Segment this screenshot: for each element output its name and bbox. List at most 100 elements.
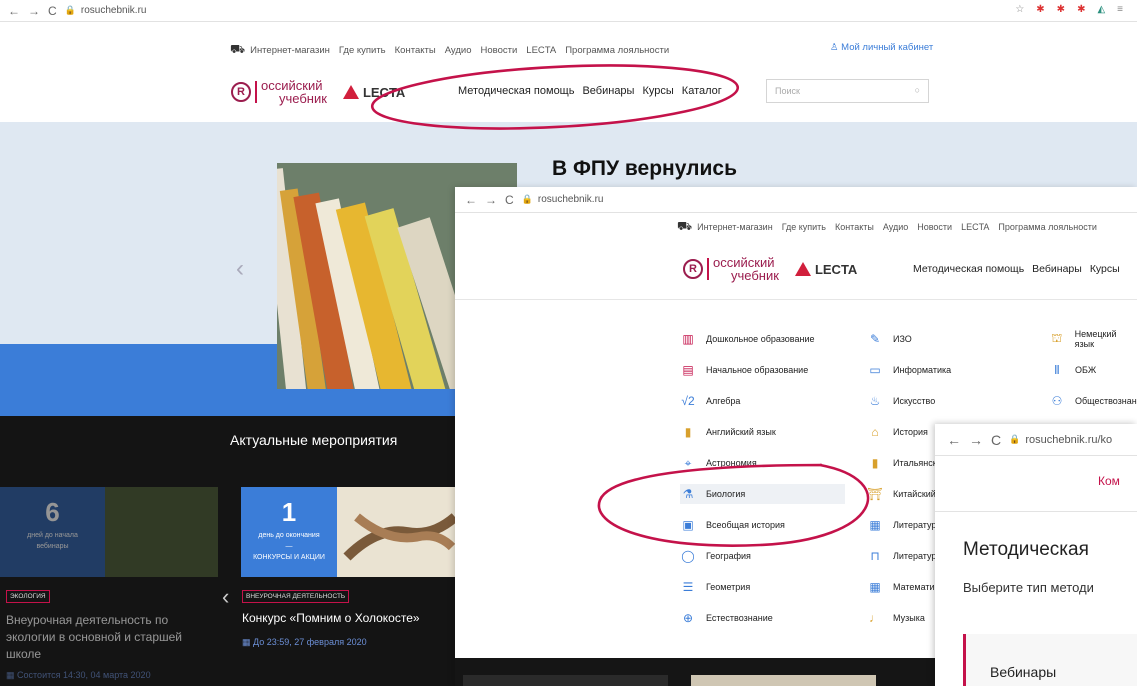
reload-icon[interactable]: C <box>48 4 57 18</box>
address-bar[interactable]: rosuchebnik.ru/ko <box>1025 434 1112 446</box>
star-icon[interactable]: ☆ <box>1015 4 1024 15</box>
subject-chinese[interactable]: ⛩ Китайский <box>867 484 935 504</box>
forward-icon[interactable]: → <box>485 193 497 207</box>
extension-icon[interactable]: ✱ <box>1036 4 1044 15</box>
lock-icon: 🔒 <box>521 194 533 204</box>
subject-geometry[interactable]: ☰ Геометрия <box>680 577 751 597</box>
top-link[interactable]: Где купить <box>339 45 386 56</box>
event-card-left[interactable]: 6 дней до начала вебинары <box>0 487 105 577</box>
address-bar[interactable]: rosuchebnik.ru <box>81 5 147 16</box>
subject-obzh[interactable]: Ⅱ ОБЖ <box>1049 360 1096 380</box>
search-input[interactable]: Поиск ○ <box>766 79 929 103</box>
extension-icon[interactable]: ✱ <box>1057 4 1065 15</box>
top-link[interactable]: Контакты <box>395 45 436 56</box>
page-title: Методическая <box>963 539 1089 560</box>
site-logo[interactable]: R оссийский учебник LECTA <box>231 79 405 105</box>
subject-natural-science[interactable]: ⊕ Естествознание <box>680 608 773 628</box>
reload-icon[interactable]: C <box>505 193 514 207</box>
cart-icon[interactable]: ⛟ <box>230 42 245 58</box>
page-subtitle: Выберите тип методи <box>963 580 1094 595</box>
nav-item-webinars[interactable]: Вебинары <box>1032 263 1082 275</box>
event-card-right[interactable]: 1 день до окончания — КОНКУРСЫ И АКЦИИ <box>241 487 337 577</box>
nav-item-help[interactable]: Методическая помощь <box>913 263 1024 275</box>
nav-item-courses[interactable]: Курсы <box>1090 263 1120 275</box>
webinars-card[interactable]: Вебинары <box>963 634 1137 686</box>
top-link[interactable]: Новости <box>481 45 518 56</box>
pagoda-icon: ⛩ <box>867 487 883 501</box>
top-link[interactable]: Новости <box>917 222 952 232</box>
telescope-icon: ⌖ <box>684 455 692 470</box>
forward-icon[interactable]: → <box>28 4 40 18</box>
top-link[interactable]: Контакты <box>835 222 874 232</box>
globe-icon: ◯ <box>681 549 695 563</box>
top-link[interactable]: Где купить <box>782 222 826 232</box>
search-icon[interactable]: ○ <box>915 85 920 95</box>
menu-icon[interactable]: ≡ <box>1117 4 1123 15</box>
chevron-left-icon[interactable]: ‹ <box>236 255 244 283</box>
sqrt-icon: √2 <box>681 394 695 408</box>
subject-geography[interactable]: ◯ География <box>680 546 751 566</box>
event-tag: ЭКОЛОГИЯ <box>6 590 50 603</box>
footer-card <box>463 675 668 686</box>
top-link[interactable]: Аудио <box>445 45 472 56</box>
top-link[interactable]: Программа лояльности <box>998 222 1096 232</box>
subject-biology[interactable]: ⚗ Биология <box>680 484 845 504</box>
nav-item-webinars[interactable]: Вебинары <box>582 85 634 97</box>
cabinet-link[interactable]: ♙ Мой личный кабинет <box>830 42 933 53</box>
top-link[interactable]: Программа лояльности <box>565 45 669 56</box>
subject-literature[interactable]: ▦ Литература <box>867 515 941 535</box>
back-icon[interactable]: ← <box>465 193 477 207</box>
event-title-left[interactable]: Внеурочная деятельность по экологии в ос… <box>6 612 206 663</box>
gate-icon: ⛫ <box>1051 331 1063 345</box>
subject-art[interactable]: ✎ ИЗО <box>867 329 912 349</box>
header-divider <box>935 511 1137 512</box>
logo-divider <box>255 81 257 103</box>
subject-arts[interactable]: ♨ Искусство <box>867 391 936 411</box>
address-bar[interactable]: rosuchebnik.ru <box>538 194 604 205</box>
subject-world-history[interactable]: ▣ Всеобщая история <box>680 515 785 535</box>
top-link[interactable]: Аудио <box>883 222 908 232</box>
nav-item-help[interactable]: Методическая помощь <box>458 85 574 97</box>
cart-icon[interactable]: ⛟ <box>677 219 692 235</box>
profile-icon[interactable]: ◭ <box>1097 4 1105 15</box>
subject-preschool[interactable]: ▥ Дошкольное образование <box>680 329 814 349</box>
people-icon: ⚇ <box>1051 394 1063 408</box>
reload-icon[interactable]: C <box>991 432 1001 448</box>
forward-icon[interactable]: → <box>969 432 983 448</box>
ben-icon: ▮ <box>684 425 692 439</box>
top-link[interactable]: LECTA <box>526 45 556 56</box>
back-icon[interactable]: ← <box>8 4 20 18</box>
top-link[interactable]: Ком <box>1098 474 1120 488</box>
handshake-image <box>343 513 459 561</box>
event-title-right[interactable]: Конкурс «Помним о Холокосте» <box>242 611 420 625</box>
subject-algebra[interactable]: √2 Алгебра <box>680 391 740 411</box>
subject-history[interactable]: ⌂ История <box>867 422 928 442</box>
subject-astronomy[interactable]: ⌖ Астрономия <box>680 453 757 473</box>
subject-math[interactable]: ▦ Математика <box>867 577 943 597</box>
subject-primary[interactable]: ▤ Начальное образование <box>680 360 808 380</box>
main-nav: Методическая помощь Вебинары Курсы Катал… <box>458 85 722 97</box>
back-icon[interactable]: ← <box>947 432 961 448</box>
event-tag: ВНЕУРОЧНАЯ ДЕЯТЕЛЬНОСТЬ <box>242 590 350 603</box>
top-link[interactable]: Интернет-магазин <box>250 45 330 56</box>
nav-item-courses[interactable]: Курсы <box>642 85 673 97</box>
logo-text-2: учебник <box>731 268 779 283</box>
lecta-logo[interactable]: LECTA <box>342 85 405 100</box>
microscope-icon: ⚗ <box>682 487 694 501</box>
browser-window-methodical: ← → C 🔒 rosuchebnik.ru/ko Ком Методическ… <box>935 424 1137 686</box>
subject-english[interactable]: ▮ Английский язык <box>680 422 776 442</box>
top-link[interactable]: Интернет-магазин <box>697 222 773 232</box>
subject-literature-2[interactable]: ⊓ Литература <box>867 546 941 566</box>
subject-music[interactable]: ♩ Музыка <box>867 608 925 628</box>
extension-icon[interactable]: ✱ <box>1077 4 1085 15</box>
lamp-icon: ♨ <box>869 394 881 408</box>
subject-social[interactable]: ⚇Обществознание <box>1049 391 1137 411</box>
subject-german[interactable]: ⛫ Немецкий язык <box>1049 329 1137 349</box>
logo-divider <box>707 258 709 280</box>
site-logo[interactable]: R оссийский учебник LECTA <box>683 256 857 282</box>
top-link[interactable]: LECTA <box>961 222 989 232</box>
chevron-left-icon[interactable]: ‹ <box>222 584 229 610</box>
subject-informatics[interactable]: ▭ Информатика <box>867 360 951 380</box>
lecta-logo[interactable]: LECTA <box>794 262 857 277</box>
nav-item-catalog[interactable]: Каталог <box>682 85 722 97</box>
